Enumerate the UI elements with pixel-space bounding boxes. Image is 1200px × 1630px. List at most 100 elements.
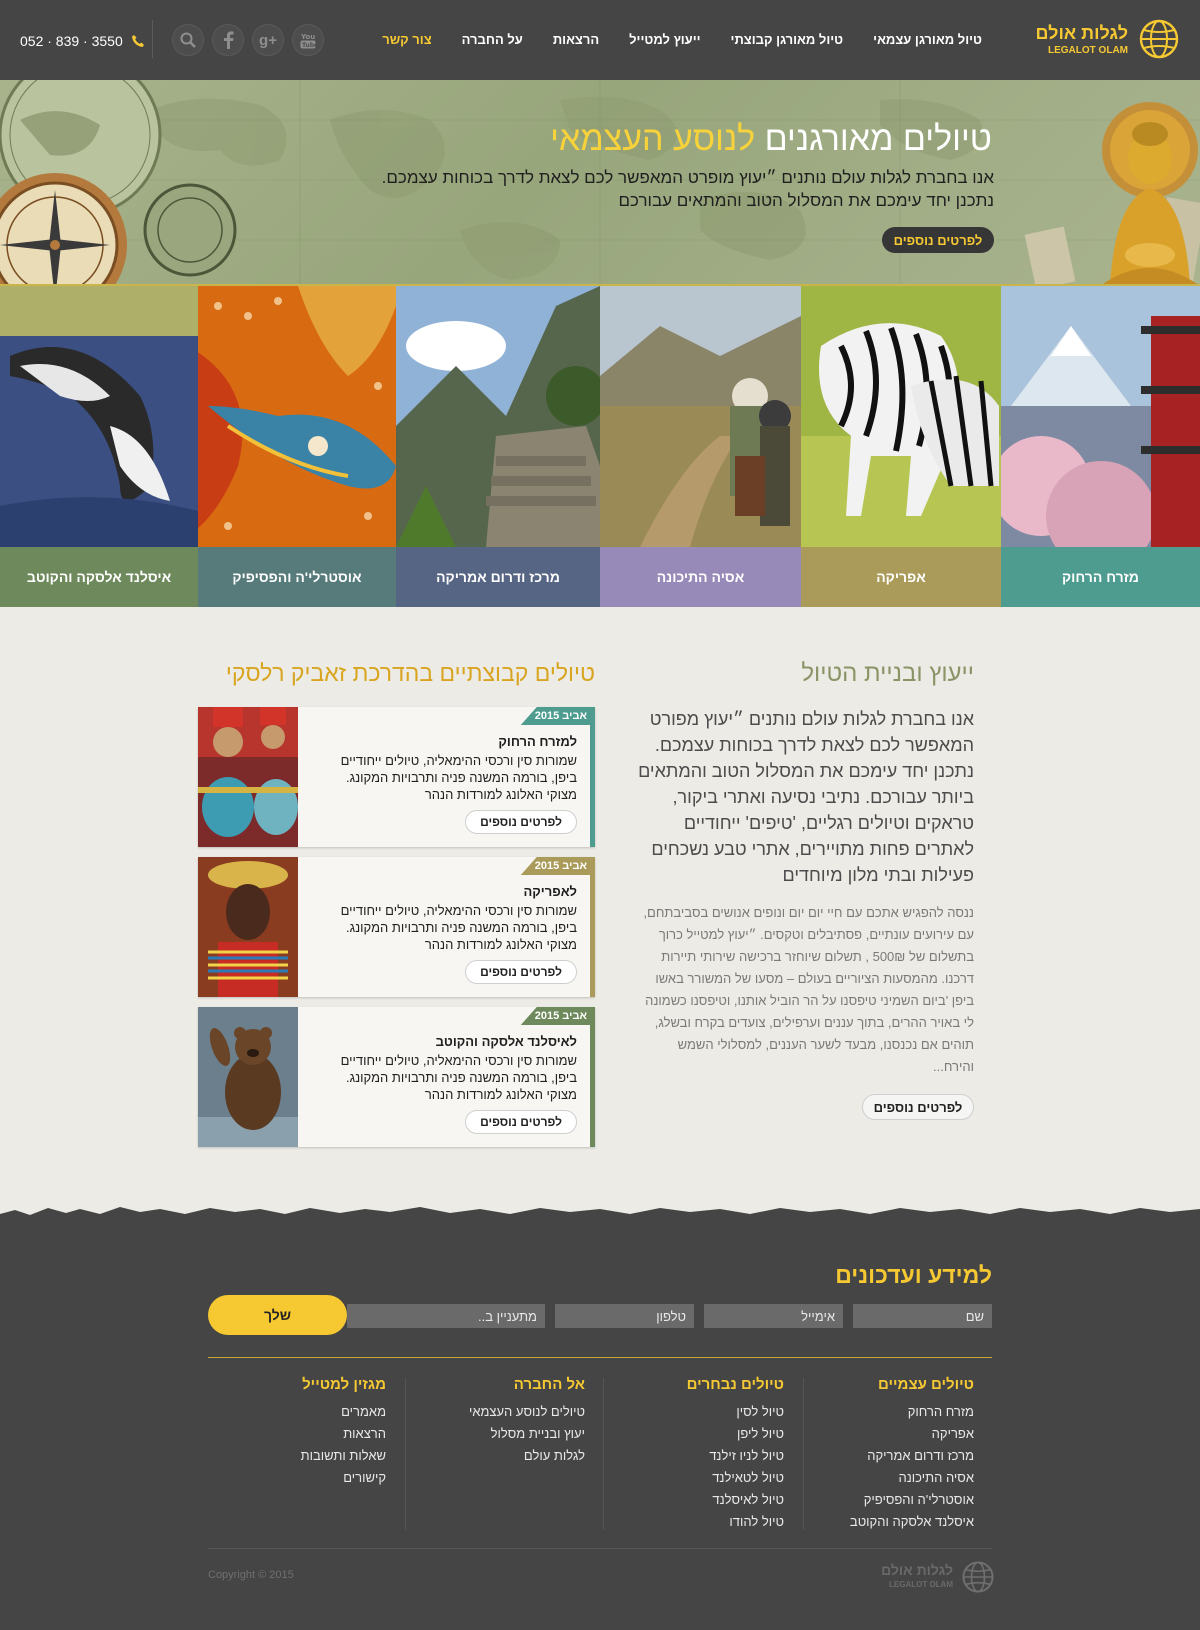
footer-col-separator bbox=[603, 1378, 604, 1530]
footer-col-separator bbox=[405, 1378, 406, 1530]
footer-logo-english: LEGALOT OLAM bbox=[889, 1580, 953, 1589]
page: לגלות אולם LEGALOT OLAM טיול מאורגן עצמא… bbox=[0, 0, 1200, 1630]
footer-link[interactable]: טיול להודו bbox=[687, 1511, 784, 1533]
footer-link[interactable]: מרכז ודרום אמריקה bbox=[850, 1445, 974, 1467]
svg-text:You: You bbox=[300, 33, 315, 41]
hero-title: טיולים מאורגנים לנוסע העצמאי bbox=[550, 120, 992, 159]
phone-field[interactable]: טלפון bbox=[555, 1304, 694, 1328]
header-divider bbox=[152, 20, 153, 58]
phone-icon bbox=[131, 35, 144, 47]
logo-text-english: LEGALOT OLAM bbox=[1048, 45, 1128, 56]
consulting-lead: אנו בחברת לגלות עולם נותנים ״יעוץ מפורט … bbox=[638, 709, 974, 885]
hero-title-main: טיולים מאורגנים bbox=[764, 120, 992, 158]
send-button[interactable]: שלך bbox=[208, 1295, 347, 1335]
site-footer bbox=[0, 1215, 1200, 1630]
phone-number[interactable]: 052 · 839 · 3550 bbox=[20, 33, 145, 49]
footer-link[interactable]: לגלות עולם bbox=[469, 1445, 585, 1467]
footer-col-company: אל החברה טיולים לנוסע העצמאי יעוץ ובניית… bbox=[469, 1376, 585, 1467]
logo-text-hebrew: לגלות אולם bbox=[1035, 23, 1128, 43]
footer-link[interactable]: יעוץ ובניית מסלול bbox=[469, 1423, 585, 1445]
region-americas[interactable]: מרכז ודרום אמריקה bbox=[396, 286, 600, 607]
newsletter-form: שם אימייל טלפון מתעניין ב.. שלך bbox=[208, 1295, 992, 1339]
footer-link[interactable]: אפריקה bbox=[850, 1423, 974, 1445]
logo[interactable]: לגלות אולם LEGALOT OLAM bbox=[1036, 18, 1180, 62]
consulting-title: ייעוץ ובניית הטיול bbox=[801, 660, 974, 687]
footer-link[interactable]: טיול לניו זילנד bbox=[687, 1445, 784, 1467]
nav-contact[interactable]: צור קשר bbox=[382, 32, 431, 47]
email-field[interactable]: אימייל bbox=[704, 1304, 843, 1328]
footer-divider bbox=[208, 1357, 992, 1358]
region-far-east[interactable]: מזרח הרחוק bbox=[1001, 286, 1200, 607]
hero-more-details-button[interactable]: לפרטים נוספים bbox=[882, 227, 994, 253]
facebook-icon[interactable] bbox=[212, 24, 244, 56]
tour-card: אביב 2015 לאפריקה שמורות סין ורכסי ההימא… bbox=[198, 857, 595, 997]
far-east-image bbox=[1001, 286, 1200, 547]
footer-link[interactable]: הרצאות bbox=[301, 1423, 386, 1445]
footer-link[interactable]: אסיה התיכונה bbox=[850, 1467, 975, 1489]
tour-season-badge: אביב 2015 bbox=[520, 707, 595, 725]
globe-icon bbox=[1139, 19, 1179, 59]
footer-link[interactable]: טיול לאיסלנד bbox=[687, 1489, 784, 1511]
tour-title: לאפריקה bbox=[523, 884, 577, 899]
region-central-asia[interactable]: אסיה התיכונה bbox=[600, 286, 801, 607]
tour-more-details-button[interactable]: לפרטים נוספים bbox=[465, 810, 577, 834]
nav-lectures[interactable]: הרצאות bbox=[553, 32, 599, 47]
footer-logo-hebrew: לגלות אולם bbox=[881, 1562, 953, 1578]
hero-title-highlight: לנוסע העצמאי bbox=[550, 120, 756, 158]
interest-field[interactable]: מתעניין ב.. bbox=[347, 1304, 545, 1328]
tour-title: למזרח הרחוק bbox=[498, 734, 577, 749]
footer-col-independent: טיולים עצמיים מזרח הרחוק אפריקה מרכז ודר… bbox=[850, 1376, 974, 1533]
hero-text-line-2: נתכנן יחד עימכם את המסלול הטוב והמתאים ע… bbox=[618, 191, 994, 210]
globe-icon bbox=[962, 1561, 994, 1593]
footer-col-magazine: מגזין למטייל מאמרים הרצאות שאלות ותשובות… bbox=[301, 1376, 386, 1489]
footer-link[interactable]: טיול ליפן bbox=[687, 1423, 784, 1445]
consulting-body: ננסה להפגיש אתכם עם חיי יום יום ונופים א… bbox=[643, 905, 974, 1074]
nav-consulting[interactable]: ייעוץ למטייל bbox=[629, 32, 700, 47]
footer-link[interactable]: מאמרים bbox=[301, 1401, 386, 1423]
region-iceland-alaska[interactable]: איסלנד אלסקה והקוטב bbox=[0, 286, 198, 607]
whale-image bbox=[0, 286, 198, 547]
footer-link[interactable]: איסלנד אלסקה והקוטב bbox=[850, 1511, 974, 1533]
tour-color-stripe bbox=[590, 707, 595, 847]
search-icon[interactable] bbox=[172, 24, 204, 56]
region-africa[interactable]: אפריקה bbox=[801, 286, 1001, 607]
tour-image bbox=[198, 857, 298, 997]
hero-banner: טיולים מאורגנים לנוסע העצמאי אנו בחברת ל… bbox=[0, 80, 1200, 286]
tour-image bbox=[198, 707, 298, 847]
footer-link[interactable]: טיול לטאילנד bbox=[687, 1467, 784, 1489]
nav-independent-tour[interactable]: טיול מאורגן עצמאי bbox=[873, 32, 982, 47]
tour-more-details-button[interactable]: לפרטים נוספים bbox=[465, 1110, 577, 1134]
footer-link[interactable]: טיול לסין bbox=[687, 1401, 784, 1423]
tour-description: שמורות סין ורכסי ההימאליה, טיולים ייחודי… bbox=[340, 753, 577, 802]
consulting-more-details-button[interactable]: לפרטים נוספים bbox=[862, 1094, 974, 1120]
site-header: לגלות אולם LEGALOT OLAM טיול מאורגן עצמא… bbox=[0, 0, 1200, 80]
youtube-icon[interactable]: YouTube bbox=[292, 24, 324, 56]
footer-col-title: טיולים נבחרים bbox=[686, 1376, 784, 1393]
tour-image bbox=[198, 1007, 298, 1147]
footer-link[interactable]: אוסטרלי'ה והפסיפיק bbox=[850, 1489, 974, 1511]
footer-link[interactable]: שאלות ותשובות bbox=[301, 1445, 386, 1467]
region-label: אפריקה bbox=[801, 547, 1001, 607]
footer-link[interactable]: טיולים לנוסע העצמאי bbox=[469, 1401, 585, 1423]
main-nav: טיול מאורגן עצמאי טיול מאורגן קבוצתי ייע… bbox=[352, 32, 982, 47]
africa-image bbox=[801, 286, 1001, 547]
region-label: אוסטרלי'ה והפסיפיק bbox=[198, 547, 396, 607]
footer-link[interactable]: מזרח הרחוק bbox=[850, 1401, 974, 1423]
australia-image bbox=[198, 286, 396, 547]
nav-about[interactable]: על החברה bbox=[462, 32, 523, 47]
google-plus-icon[interactable]: g+ bbox=[252, 24, 284, 56]
tour-description: שמורות סין ורכסי ההימאליה, טיולים ייחודי… bbox=[340, 1053, 577, 1102]
footer-logo[interactable]: לגלות אולם LEGALOT OLAM bbox=[875, 1560, 995, 1594]
tour-description: שמורות סין ורכסי ההימאליה, טיולים ייחודי… bbox=[340, 903, 577, 952]
name-field[interactable]: שם bbox=[853, 1304, 992, 1328]
region-label: מרכז ודרום אמריקה bbox=[396, 547, 600, 607]
phone-text: 052 · 839 · 3550 bbox=[20, 33, 123, 49]
hero-description: אנו בחברת לגלות עולם נותנים ״יעוץ מופרט … bbox=[354, 166, 994, 212]
americas-image bbox=[396, 286, 600, 547]
tour-season-badge: אביב 2015 bbox=[520, 857, 595, 875]
footer-link[interactable]: קישורים bbox=[301, 1467, 386, 1489]
region-label: אסיה התיכונה bbox=[600, 547, 801, 607]
nav-group-tour[interactable]: טיול מאורגן קבוצתי bbox=[731, 32, 844, 47]
region-australia[interactable]: אוסטרלי'ה והפסיפיק bbox=[198, 286, 396, 607]
tour-more-details-button[interactable]: לפרטים נוספים bbox=[465, 960, 577, 984]
